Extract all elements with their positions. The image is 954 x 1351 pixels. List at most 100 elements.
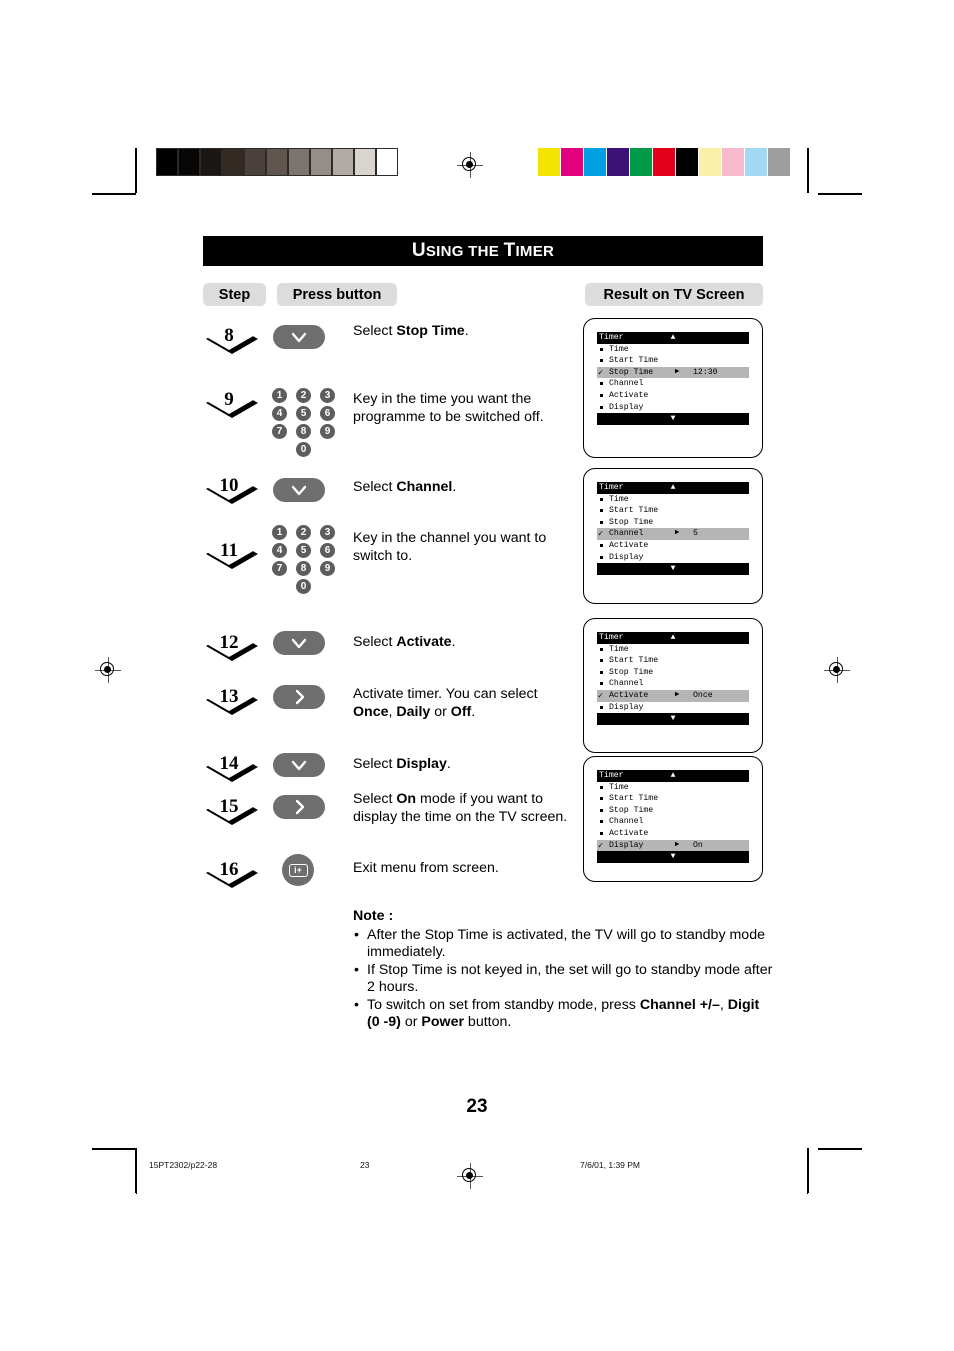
numeric-keypad-step9[interactable]: 1 2 3 4 5 6 7 8 9 0 xyxy=(272,388,344,460)
scroll-up-icon[interactable]: ▲ xyxy=(597,482,749,494)
osd-menu-item[interactable]: Display xyxy=(597,552,749,564)
keypad-key-0[interactable]: 0 xyxy=(296,579,311,594)
note-heading-text: Note xyxy=(353,908,385,924)
scroll-up-icon[interactable]: ▲ xyxy=(597,632,749,644)
scroll-down-icon[interactable]: ▼ xyxy=(597,413,749,425)
step-number: 12 xyxy=(219,631,239,653)
chevron-down-button-step8[interactable] xyxy=(273,325,325,349)
grayscale-swatch-7 xyxy=(310,148,332,176)
osd-menu-item[interactable]: ✓ Activate ▶ Once xyxy=(597,689,749,702)
chevron-down-icon xyxy=(291,332,307,342)
chevron-right-icon xyxy=(295,689,304,705)
osd-menu-item[interactable]: Channel xyxy=(597,678,749,690)
keypad-key-4[interactable]: 4 xyxy=(272,543,287,558)
osd-menu-item[interactable]: Channel xyxy=(597,816,749,828)
bullet-square-icon xyxy=(600,659,603,663)
bullet-square-icon xyxy=(600,808,603,812)
step-marker-11: 11 xyxy=(203,535,261,573)
osd-menu-item[interactable]: Activate xyxy=(597,828,749,840)
keypad-key-7[interactable]: 7 xyxy=(272,561,287,576)
osd-menu-item[interactable]: Time xyxy=(597,494,749,506)
keypad-key-9[interactable]: 9 xyxy=(320,561,335,576)
step-number: 14 xyxy=(219,752,239,774)
osd-item-label: Stop Time xyxy=(609,517,654,527)
bullet-square-icon xyxy=(600,359,603,363)
keypad-key-9[interactable]: 9 xyxy=(320,424,335,439)
crop-mark-top-right-h xyxy=(818,193,862,195)
option-off: Off xyxy=(450,703,472,720)
keypad-key-8[interactable]: 8 xyxy=(296,561,311,576)
keypad-key-6[interactable]: 6 xyxy=(320,406,335,421)
keypad-key-5[interactable]: 5 xyxy=(296,406,311,421)
bullet-square-icon xyxy=(600,682,603,686)
step-number: 11 xyxy=(220,539,238,561)
osd-menu-item[interactable]: Stop Time xyxy=(597,805,749,817)
osd-menu-item[interactable]: ✓ Display ▶ On xyxy=(597,839,749,852)
chevron-down-icon xyxy=(291,760,307,770)
scroll-up-icon[interactable]: ▲ xyxy=(597,332,749,344)
keypad-key-7[interactable]: 7 xyxy=(272,424,287,439)
osd-item-value: On xyxy=(693,840,703,850)
step-marker-13: 13 xyxy=(203,681,261,719)
osd-menu-item[interactable]: Time xyxy=(597,344,749,356)
osd-menu-item[interactable]: Time xyxy=(597,644,749,656)
menu-info-button-step16[interactable]: i+ xyxy=(282,854,314,886)
keypad-key-3[interactable]: 3 xyxy=(320,525,335,540)
keypad-key-0[interactable]: 0 xyxy=(296,442,311,457)
chevron-right-button-step15[interactable] xyxy=(273,795,325,819)
chevron-right-button-step13[interactable] xyxy=(273,685,325,709)
osd-menu-item[interactable]: Stop Time xyxy=(597,517,749,529)
chevron-right-icon xyxy=(295,799,304,815)
osd-menu-item[interactable]: Start Time xyxy=(597,655,749,667)
footer-rule-left xyxy=(92,1148,136,1149)
instruction-bold: Display xyxy=(396,756,447,772)
instruction-suffix: . xyxy=(451,634,456,650)
keypad-key-2[interactable]: 2 xyxy=(296,525,311,540)
chevron-down-button-step14[interactable] xyxy=(273,753,325,777)
instruction-step13: Activate timer. You can select Once, Dai… xyxy=(353,686,573,721)
scroll-down-icon[interactable]: ▼ xyxy=(597,563,749,575)
osd-menu-item[interactable]: ✓ Stop Time ▶ 12:30 xyxy=(597,366,749,379)
footer-rule-left-v xyxy=(136,1148,137,1194)
keypad-key-3[interactable]: 3 xyxy=(320,388,335,403)
osd-item-label: Channel xyxy=(609,679,644,689)
note-item-text: If Stop Time is not keyed in, the set wi… xyxy=(367,961,773,996)
keypad-key-1[interactable]: 1 xyxy=(272,388,287,403)
option-period: . xyxy=(471,703,476,720)
osd-menu-item[interactable]: Start Time xyxy=(597,355,749,367)
scroll-up-icon[interactable]: ▲ xyxy=(597,770,749,782)
osd-menu-item[interactable]: Display xyxy=(597,402,749,414)
chevron-down-button-step10[interactable] xyxy=(273,478,325,502)
numeric-keypad-step11[interactable]: 1 2 3 4 5 6 7 8 9 0 xyxy=(272,525,344,597)
osd-item-label: Time xyxy=(609,644,629,654)
instruction-bold: On xyxy=(396,791,417,807)
osd-menu-item[interactable]: Display xyxy=(597,702,749,714)
scroll-down-icon[interactable]: ▼ xyxy=(597,713,749,725)
osd-menu-item[interactable]: Time xyxy=(597,782,749,794)
bullet-square-icon xyxy=(600,670,603,674)
osd-menu-item[interactable]: Activate xyxy=(597,390,749,402)
option-or: or xyxy=(430,703,451,720)
keypad-key-8[interactable]: 8 xyxy=(296,424,311,439)
keypad-key-6[interactable]: 6 xyxy=(320,543,335,558)
osd-menu-item[interactable]: Start Time xyxy=(597,505,749,517)
osd-menu-item[interactable]: Start Time xyxy=(597,793,749,805)
keypad-key-4[interactable]: 4 xyxy=(272,406,287,421)
osd-menu-item[interactable]: ✓ Channel ▶ 5 xyxy=(597,528,749,540)
note-block: Note : • After the Stop Time is activate… xyxy=(353,908,773,1032)
note-item-3: • To switch on set from standby mode, pr… xyxy=(353,997,773,1032)
keypad-key-2[interactable]: 2 xyxy=(296,388,311,403)
osd-item-label: Display xyxy=(609,702,644,712)
step-number: 10 xyxy=(219,474,239,496)
keypad-key-1[interactable]: 1 xyxy=(272,525,287,540)
bullet-square-icon xyxy=(600,647,603,651)
scroll-down-icon[interactable]: ▼ xyxy=(597,851,749,863)
grayscale-swatch-6 xyxy=(288,148,310,176)
osd-menu-item[interactable]: Stop Time xyxy=(597,667,749,679)
osd-menu-item[interactable]: Activate xyxy=(597,540,749,552)
instruction-prefix: Select xyxy=(353,634,397,650)
chevron-down-button-step12[interactable] xyxy=(273,631,325,655)
osd-menu-item[interactable]: Channel xyxy=(597,378,749,390)
keypad-key-5[interactable]: 5 xyxy=(296,543,311,558)
tv-screen-panel-2: Timer ▲ Time Start Time Stop Time ✓ Channel ▶ 5 A… xyxy=(583,468,763,604)
